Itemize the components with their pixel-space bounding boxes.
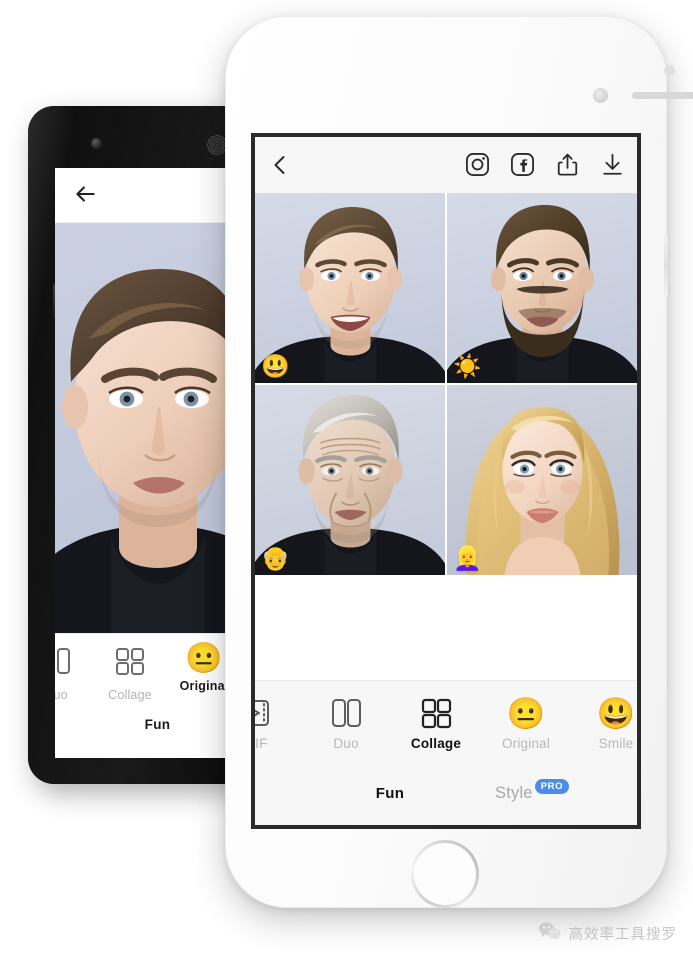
tool-collage[interactable]: Collage — [391, 689, 481, 751]
duo-split-icon — [301, 693, 391, 733]
blonde-woman-emoji: 👱‍♀️ — [453, 545, 482, 571]
smiling-face-emoji: 😃 — [261, 353, 290, 379]
android-category-fun[interactable]: Fun — [145, 717, 171, 732]
watermark: 高效率工具搜罗 — [538, 921, 678, 946]
tool-label: Smile — [598, 736, 634, 751]
category-row: Fun Style PRO — [255, 773, 637, 813]
older-man-emoji: 👴 — [261, 545, 290, 571]
category-style[interactable]: Style PRO — [495, 778, 570, 803]
duo-split-icon — [55, 644, 93, 683]
empty-canvas-area — [255, 575, 637, 681]
collage-cell-female[interactable]: 👱‍♀️ — [447, 385, 637, 575]
instagram-icon[interactable] — [464, 151, 491, 178]
facebook-icon[interactable] — [509, 151, 536, 178]
chevron-left-icon[interactable] — [268, 153, 292, 177]
home-button[interactable] — [411, 840, 479, 908]
app-bar — [255, 137, 637, 193]
android-tool-label: Collage — [108, 688, 152, 702]
wechat-logo-icon — [538, 921, 562, 946]
android-tool-label: Duo — [55, 688, 68, 702]
gif-play-icon — [255, 693, 301, 733]
app-bar-actions — [464, 151, 626, 178]
proximity-sensor-icon — [664, 65, 675, 76]
bottom-toolbar: GIF Duo — [255, 680, 637, 825]
iphone-mockup: 😃 — [225, 16, 693, 908]
iphone-screen-bezel: 😃 — [251, 133, 641, 829]
iphone-side-button[interactable] — [664, 235, 668, 297]
pro-badge: PRO — [534, 778, 570, 794]
earpiece-speaker — [632, 92, 693, 99]
android-front-camera-icon — [91, 138, 102, 149]
arrow-left-icon[interactable] — [72, 181, 98, 207]
category-style-label: Style — [495, 783, 533, 802]
share-upload-icon[interactable] — [554, 151, 581, 178]
sun-emoji: ☀️ — [453, 353, 482, 379]
android-tool-collage[interactable]: Collage — [93, 640, 167, 702]
home-button-inner — [414, 843, 476, 905]
front-camera-icon — [593, 88, 608, 103]
tool-smile[interactable]: 😃 Smile — [571, 689, 637, 752]
tool-gif[interactable]: GIF — [255, 689, 301, 751]
android-tool-duo[interactable]: Duo — [55, 640, 93, 702]
collage-grid-icon — [391, 693, 481, 733]
watermark-text: 高效率工具搜罗 — [568, 927, 677, 943]
category-fun[interactable]: Fun — [345, 785, 435, 802]
download-icon[interactable] — [599, 151, 626, 178]
iphone-screen: 😃 — [255, 137, 637, 825]
neutral-face-emoji: 😐 — [506, 695, 546, 731]
collage-grid-icon — [93, 644, 167, 683]
tool-label: Original — [501, 736, 551, 751]
tool-label: Collage — [410, 736, 462, 751]
grinning-face-emoji: 😃 — [596, 695, 636, 731]
tool-label: Duo — [333, 736, 359, 751]
collage-grid: 😃 — [255, 193, 637, 575]
tool-duo[interactable]: Duo — [301, 689, 391, 751]
collage-cell-beard[interactable]: ☀️ — [447, 193, 637, 383]
collage-cell-smile[interactable]: 😃 — [255, 193, 445, 383]
tool-label: GIF — [255, 736, 268, 751]
collage-cell-old[interactable]: 👴 — [255, 385, 445, 575]
effect-tool-row: GIF Duo — [255, 689, 637, 765]
tool-original[interactable]: 😐 Original — [481, 689, 571, 752]
